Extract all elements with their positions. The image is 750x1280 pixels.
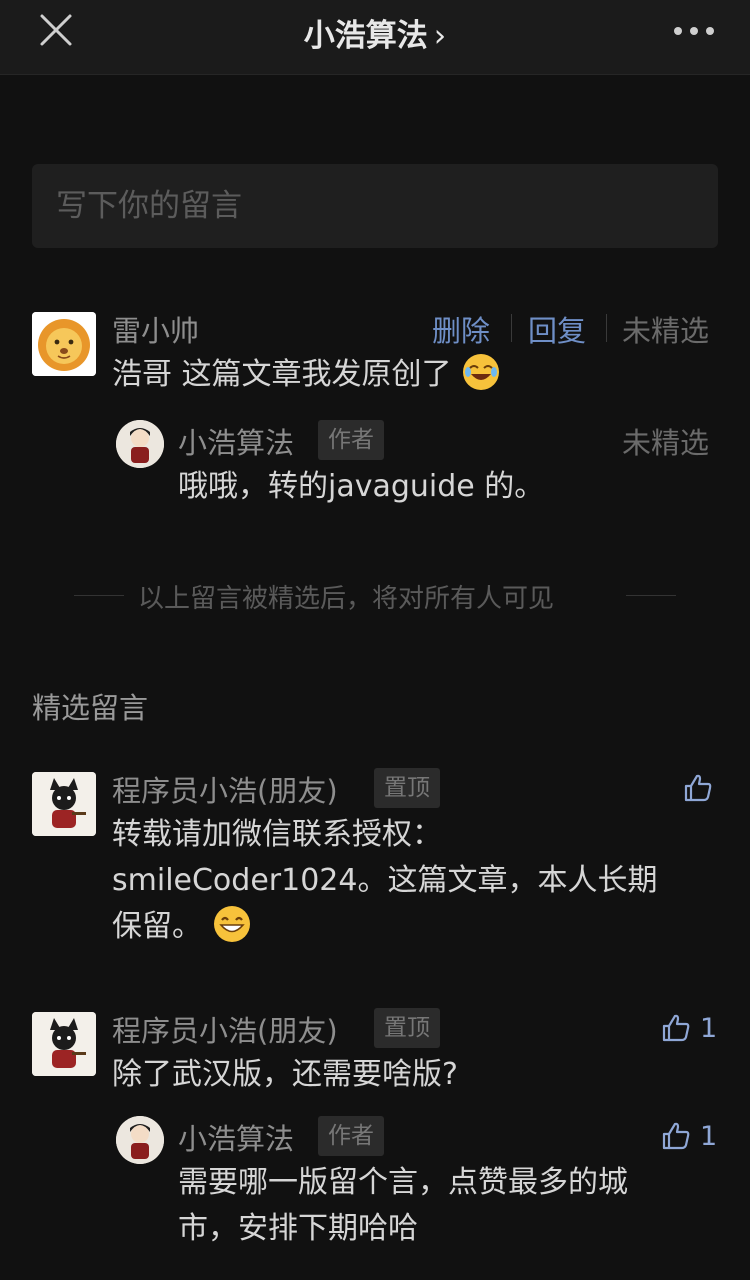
comment-line: 保留。 [112,904,657,950]
reply-feature-status[interactable]: 未精选 [622,420,709,462]
reply-line: 需要哪一版留个言，点赞最多的城 [178,1165,628,1200]
avatar-cat[interactable] [32,772,96,836]
author-avatar[interactable] [116,420,164,468]
comment-line: smileCoder1024。这篇文章，本人长期 [112,863,658,898]
author-badge: 作者 [318,1116,384,1156]
thumbs-up-icon [684,774,712,802]
thumbs-up-icon [662,1122,690,1150]
reply-author[interactable]: 小浩算法 [178,420,294,462]
divider-left [74,595,124,596]
divider-right [626,595,676,596]
author-avatar[interactable] [116,1116,164,1164]
like-count: 1 [700,1120,718,1152]
pinned-badge: 置顶 [374,1008,440,1048]
featured-notice: 以上留言被精选后，将对所有人可见 [138,584,555,614]
comment-input[interactable] [32,164,718,248]
avatar-lion[interactable] [32,312,96,376]
reply-author[interactable]: 小浩算法 [178,1116,294,1158]
like-count: 1 [700,1012,718,1044]
title-text: 小浩算法 [303,18,428,54]
reply-line: 市，安排下期哈哈 [178,1211,418,1246]
reply-text: 需要哪一版留个言，点赞最多的城 市，安排下期哈哈 [178,1160,628,1252]
like-button[interactable]: 1 [660,1010,717,1046]
page-title[interactable]: 小浩算法 › [0,10,750,55]
featured-section-title: 精选留言 [32,691,149,725]
more-dots-icon[interactable] [672,24,716,38]
delete-button[interactable]: 删除 [432,308,490,350]
cat-avatar-icon [32,772,96,836]
lion-avatar-icon [32,312,96,376]
comment-compose-box[interactable] [32,164,718,248]
author-avatar-icon [116,1116,164,1164]
comment-text: 转载请加微信联系授权： smileCoder1024。这篇文章，本人长期 保留。 [112,812,657,950]
comment-author[interactable]: 程序员小浩(朋友) [112,768,338,810]
comment-text-body: 浩哥 这篇文章我发原创了 [112,357,452,392]
pinned-badge: 置顶 [374,768,440,808]
reply-text: 哦哦，转的javaguide 的。 [178,469,545,504]
comment-text: 浩哥 这篇文章我发原创了 [112,352,501,398]
comment-text: 除了武汉版，还需要啥版? [112,1057,458,1092]
top-bar: 小浩算法 › [0,0,750,75]
comment-author[interactable]: 雷小帅 [112,308,199,350]
action-separator [511,314,512,342]
author-avatar-icon [116,420,164,468]
avatar-cat[interactable] [32,1012,96,1076]
feature-status[interactable]: 未精选 [622,308,709,350]
like-button[interactable] [682,770,714,806]
comment-line: 转载请加微信联系授权： [112,817,442,852]
laughing-crying-emoji-icon [463,354,500,390]
like-button[interactable]: 1 [660,1118,717,1154]
grinning-emoji-icon [213,906,250,942]
reply-button[interactable]: 回复 [528,308,586,350]
cat-avatar-icon [32,1012,96,1076]
comment-author[interactable]: 程序员小浩(朋友) [112,1008,338,1050]
chevron-right-icon: › [433,18,447,54]
thumbs-up-icon [662,1014,690,1042]
action-separator [606,314,607,342]
author-badge: 作者 [318,420,384,460]
comment-line-text: 保留。 [112,909,202,944]
